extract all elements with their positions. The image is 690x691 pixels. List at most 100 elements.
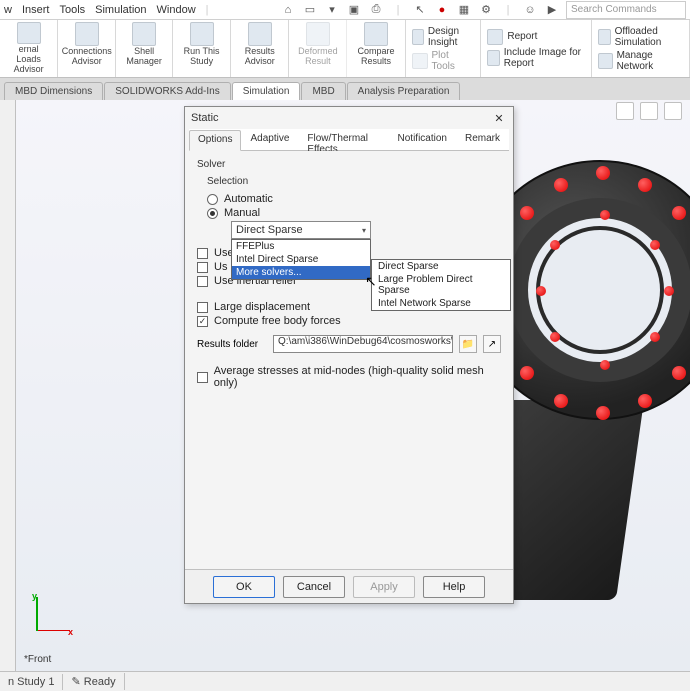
ribbon-report[interactable]: Report	[487, 29, 585, 45]
ok-button[interactable]: OK	[213, 576, 275, 598]
menu-item[interactable]: Insert	[22, 4, 50, 16]
dialog-tab-adaptive[interactable]: Adaptive	[241, 129, 298, 150]
view-appearance-icon[interactable]	[616, 102, 634, 120]
check-avg-stresses[interactable]: Average stresses at mid-nodes (high-qual…	[197, 365, 501, 389]
tab-mbd[interactable]: MBD	[301, 82, 345, 100]
load-marker	[664, 286, 674, 296]
search-input[interactable]: Search Commands	[566, 1, 686, 19]
status-tab-ready: ✎ Ready	[63, 673, 124, 690]
tab-simulation[interactable]: Simulation	[232, 82, 301, 101]
dialog-body: Solver Selection Automatic Manual Direct…	[185, 151, 513, 569]
open-folder-icon[interactable]: ↗	[483, 335, 501, 353]
dialog-titlebar[interactable]: Static ✕	[185, 107, 513, 129]
dialog-title: Static	[191, 112, 219, 124]
radio-manual[interactable]: Manual	[207, 207, 501, 219]
grid-icon[interactable]: ▦	[456, 2, 472, 18]
image-icon	[487, 50, 499, 66]
ribbon-shell-manager[interactable]: Shell Manager	[116, 20, 173, 77]
load-marker	[554, 178, 568, 192]
ribbon-offloaded-sim[interactable]: Offloaded Simulation	[598, 26, 683, 48]
record-icon[interactable]: ●	[434, 2, 450, 18]
menu-sep: |	[206, 4, 209, 16]
load-marker	[520, 366, 534, 380]
apply-button[interactable]: Apply	[353, 576, 415, 598]
ribbon-connections[interactable]: Connections Advisor	[58, 20, 116, 77]
tab-sw-addins[interactable]: SOLIDWORKS Add-Ins	[104, 82, 230, 100]
results-folder-input[interactable]: Q:\am\i386\WinDebug64\cosmosworks\e	[273, 335, 453, 353]
dialog-tab-options[interactable]: Options	[189, 130, 241, 151]
browse-folder-icon[interactable]: 📁	[459, 335, 477, 353]
checkbox-icon	[197, 276, 208, 287]
check-compute-fbf[interactable]: Compute free body forces	[197, 315, 501, 327]
dialog-tab-remark[interactable]: Remark	[456, 129, 509, 150]
dropdown-item-more[interactable]: More solvers...	[232, 266, 370, 279]
deformed-icon	[306, 22, 330, 46]
flyout-item[interactable]: Large Problem Direct Sparse	[372, 273, 510, 297]
print-icon[interactable]: ⎙	[368, 2, 384, 18]
command-manager-tabs: MBD Dimensions SOLIDWORKS Add-Ins Simula…	[0, 78, 690, 100]
doc-icon[interactable]: ▭	[302, 2, 318, 18]
load-marker	[520, 206, 534, 220]
results-icon	[248, 22, 272, 46]
ribbon-compare[interactable]: Compare Results	[347, 20, 405, 77]
left-collapse-panel[interactable]	[0, 100, 16, 671]
menu-item[interactable]: Tools	[59, 4, 85, 16]
loads-icon	[17, 22, 41, 44]
radio-automatic[interactable]: Automatic	[207, 193, 501, 205]
load-marker	[650, 240, 660, 250]
arrow-icon[interactable]: ↖	[412, 2, 428, 18]
ribbon-external-loads[interactable]: ernal Loads Advisor	[0, 20, 58, 77]
dropdown-icon[interactable]: ▾	[324, 2, 340, 18]
report-icon	[487, 29, 503, 45]
close-icon[interactable]: ✕	[491, 112, 507, 125]
tab-mbd-dimensions[interactable]: MBD Dimensions	[4, 82, 103, 100]
load-marker	[550, 240, 560, 250]
run-icon	[190, 22, 214, 46]
flyout-item[interactable]: Direct Sparse	[372, 260, 510, 273]
gear-icon[interactable]: ⚙	[478, 2, 494, 18]
menu-item[interactable]: w	[4, 4, 12, 16]
status-tab-study[interactable]: n Study 1	[0, 674, 63, 690]
menu-item[interactable]: Simulation	[95, 4, 146, 16]
sep2: |	[500, 2, 516, 18]
dropdown-item[interactable]: Intel Direct Sparse	[232, 253, 370, 266]
compare-icon	[364, 22, 388, 46]
offload-icon	[598, 29, 610, 45]
solver-combo[interactable]: Direct Sparse ▾	[231, 221, 371, 239]
play-icon[interactable]: ▶	[544, 2, 560, 18]
heads-up-toolbar	[616, 102, 682, 120]
x-axis-label: x	[68, 627, 73, 637]
dialog-tab-flow[interactable]: Flow/Thermal Effects	[298, 129, 388, 150]
dialog-tab-notification[interactable]: Notification	[389, 129, 456, 150]
selection-label: Selection	[207, 176, 501, 187]
view-display-icon[interactable]	[664, 102, 682, 120]
view-scene-icon[interactable]	[640, 102, 658, 120]
chevron-down-icon: ▾	[362, 226, 366, 235]
home-icon[interactable]: ⌂	[280, 2, 296, 18]
checkbox-icon	[197, 262, 208, 273]
save-icon[interactable]: ▣	[346, 2, 362, 18]
load-marker	[596, 406, 610, 420]
connections-icon	[75, 22, 99, 46]
shell-icon	[132, 22, 156, 46]
smile-icon[interactable]: ☺	[522, 2, 538, 18]
ribbon-results-advisor[interactable]: Results Advisor	[231, 20, 289, 77]
ribbon-plot-tools[interactable]: Plot Tools	[412, 50, 475, 72]
flyout-item[interactable]: Intel Network Sparse	[372, 297, 510, 310]
tab-analysis-prep[interactable]: Analysis Preparation	[347, 82, 461, 100]
insight-icon	[412, 29, 424, 45]
cancel-button[interactable]: Cancel	[283, 576, 345, 598]
dropdown-item[interactable]: FFEPlus	[232, 240, 370, 253]
help-button[interactable]: Help	[423, 576, 485, 598]
network-icon	[598, 53, 612, 69]
ribbon-run-study[interactable]: Run This Study	[173, 20, 231, 77]
load-marker	[554, 394, 568, 408]
radio-icon	[207, 208, 218, 219]
results-folder-label: Results folder	[197, 339, 267, 350]
ribbon-manage-network[interactable]: Manage Network	[598, 50, 683, 72]
y-axis-label: y	[32, 591, 37, 601]
menu-item[interactable]: Window	[157, 4, 196, 16]
ribbon-include-image[interactable]: Include Image for Report	[487, 47, 585, 69]
ribbon-design-insight[interactable]: Design Insight	[412, 26, 475, 48]
ribbon-deformed[interactable]: Deformed Result	[289, 20, 347, 77]
